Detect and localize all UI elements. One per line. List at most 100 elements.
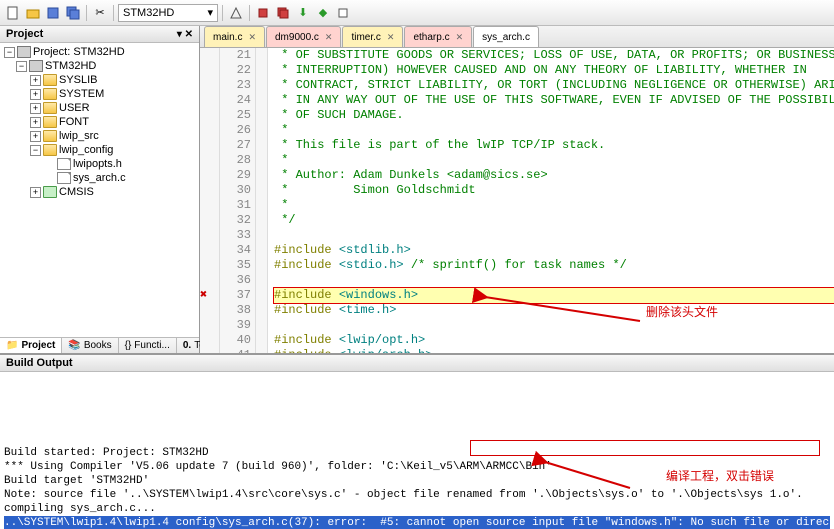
code-line[interactable]: #include <lwip/arch.h> [274, 348, 834, 353]
cut-button[interactable]: ✂ [91, 4, 109, 22]
tab-functions[interactable]: {} Functi... [119, 338, 177, 353]
build-button[interactable] [254, 4, 272, 22]
options-button[interactable] [227, 4, 245, 22]
line-number: 30 [224, 183, 251, 198]
tree-group[interactable]: +SYSLIB [2, 73, 197, 87]
code-line[interactable]: * OF SUCH DAMAGE. [274, 108, 834, 123]
tab-books[interactable]: 📚 Books [62, 338, 118, 353]
code-line[interactable]: #include <lwip/opt.h> [274, 333, 834, 348]
file-icon [57, 158, 71, 170]
build-line[interactable]: compiling sys_arch.c... [4, 502, 830, 516]
folder-icon [43, 130, 57, 142]
file-tab[interactable]: sys_arch.c [473, 26, 539, 47]
line-number: 22 [224, 63, 251, 78]
stop-button[interactable] [334, 4, 352, 22]
file-tab-label: etharp.c [413, 32, 449, 43]
close-tab-button[interactable]: ✕ [325, 32, 333, 43]
code-line[interactable]: * IN ANY WAY OUT OF THE USE OF THIS SOFT… [274, 93, 834, 108]
code-line[interactable]: * Simon Goldschmidt [274, 183, 834, 198]
file-tab[interactable]: etharp.c ✕ [404, 26, 472, 47]
tree-group-label: SYSTEM [59, 88, 104, 100]
build-line[interactable]: Build started: Project: STM32HD [4, 446, 830, 460]
save-all-button[interactable] [64, 4, 82, 22]
code-line[interactable]: */ [274, 213, 834, 228]
close-panel-button[interactable]: ▾ ✕ [177, 29, 193, 40]
target-selector[interactable]: STM32HD ▾ [118, 4, 218, 22]
build-output-body[interactable]: 编译工程，双击错误 Build started: Project: STM32H… [0, 372, 834, 529]
code-line[interactable]: #include <time.h> [274, 303, 834, 318]
code-line[interactable]: * Author: Adam Dunkels <adam@sics.se> [274, 168, 834, 183]
code-line[interactable]: #include <stdlib.h> [274, 243, 834, 258]
build-line[interactable]: *** Using Compiler 'V5.06 update 7 (buil… [4, 460, 830, 474]
project-sidebar: Project ▾ ✕ − Project: STM32HD − STM32HD… [0, 26, 200, 353]
tree-target[interactable]: − STM32HD [2, 59, 197, 73]
project-tree[interactable]: − Project: STM32HD − STM32HD +SYSLIB+SYS… [0, 43, 199, 337]
line-number: 32 [224, 213, 251, 228]
tree-group[interactable]: +FONT [2, 115, 197, 129]
line-number: 41 [224, 348, 251, 353]
build-error-line[interactable]: ..\SYSTEM\lwip1.4\lwip1.4 config\sys_arc… [4, 516, 830, 529]
tree-group[interactable]: −lwip_config [2, 143, 197, 157]
line-number: 33 [224, 228, 251, 243]
code-line[interactable]: * [274, 123, 834, 138]
tree-root[interactable]: − Project: STM32HD [2, 45, 197, 59]
code-line[interactable]: #include <stdio.h> /* sprintf() for task… [274, 258, 834, 273]
tree-group[interactable]: +CMSIS [2, 185, 197, 199]
open-file-button[interactable] [24, 4, 42, 22]
code-line[interactable]: * [274, 153, 834, 168]
tree-group[interactable]: +lwip_src [2, 129, 197, 143]
new-file-button[interactable] [4, 4, 22, 22]
tree-group[interactable]: +SYSTEM [2, 87, 197, 101]
code-line[interactable] [274, 273, 834, 288]
rebuild-button[interactable] [274, 4, 292, 22]
build-line[interactable]: Note: source file '..\SYSTEM\lwip1.4\src… [4, 488, 830, 502]
code-line[interactable]: * [274, 198, 834, 213]
line-number: 28 [224, 153, 251, 168]
project-panel-title: Project [6, 28, 43, 40]
tree-group-label: FONT [59, 116, 89, 128]
close-tab-button[interactable]: ✕ [248, 32, 256, 43]
save-button[interactable] [44, 4, 62, 22]
line-number: 27 [224, 138, 251, 153]
tree-group-label: SYSLIB [59, 74, 98, 86]
code-line[interactable]: * This file is part of the lwIP TCP/IP s… [274, 138, 834, 153]
code-line[interactable]: * INTERRUPTION) HOWEVER CAUSED AND ON AN… [274, 63, 834, 78]
code-line[interactable]: * OF SUBSTITUTE GOODS OR SERVICES; LOSS … [274, 48, 834, 63]
line-number: 23 [224, 78, 251, 93]
code-editor[interactable]: ✖ 21222324252627282930313233343536373839… [200, 48, 834, 353]
line-number: 40 [224, 333, 251, 348]
file-tab[interactable]: timer.c ✕ [342, 26, 403, 47]
debug-button[interactable]: ◆ [314, 4, 332, 22]
code-line[interactable] [274, 228, 834, 243]
folder-icon [43, 102, 57, 114]
close-tab-button[interactable]: ✕ [387, 32, 395, 43]
download-button[interactable]: ⬇ [294, 4, 312, 22]
tree-root-label: Project: STM32HD [33, 46, 125, 58]
file-tab[interactable]: dm9000.c✕ [266, 26, 341, 47]
target-name-label: STM32HD [123, 7, 174, 19]
folder-icon [43, 186, 57, 198]
line-number: 39 [224, 318, 251, 333]
close-tab-button[interactable]: ✕ [456, 32, 464, 43]
line-number: 37 [224, 288, 251, 303]
file-tab[interactable]: main.c✕ [204, 26, 265, 47]
tab-project[interactable]: 📁 Project [0, 338, 62, 353]
chevron-down-icon: ▾ [207, 6, 213, 19]
build-output-panel: Build Output 编译工程，双击错误 Build started: Pr… [0, 353, 834, 529]
tree-file[interactable]: sys_arch.c [2, 171, 197, 185]
line-number: 26 [224, 123, 251, 138]
project-panel-header: Project ▾ ✕ [0, 26, 199, 43]
build-line[interactable]: Build target 'STM32HD' [4, 474, 830, 488]
sidebar-bottom-tabs: 📁 Project 📚 Books {} Functi... 0. Templ.… [0, 337, 199, 353]
code-line[interactable] [274, 318, 834, 333]
line-number: 31 [224, 198, 251, 213]
code-line[interactable]: * CONTRACT, STRICT LIABILITY, OR TORT (I… [274, 78, 834, 93]
tree-target-label: STM32HD [45, 60, 96, 72]
tree-group-label: lwip_src [59, 130, 99, 142]
file-tab-label: timer.c [351, 32, 380, 43]
code-line[interactable]: #include <windows.h> [274, 288, 834, 303]
tree-file[interactable]: lwipopts.h [2, 157, 197, 171]
main-toolbar: ✂ STM32HD ▾ ⬇ ◆ [0, 0, 834, 26]
project-icon [17, 46, 31, 58]
tree-group[interactable]: +USER [2, 101, 197, 115]
